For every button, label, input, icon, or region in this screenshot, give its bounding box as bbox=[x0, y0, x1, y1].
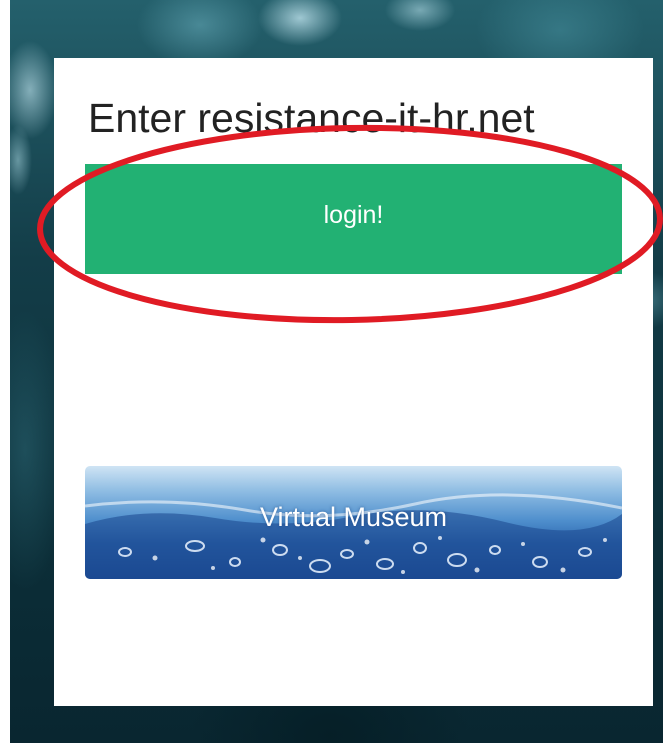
virtual-museum-button[interactable]: Virtual Museum bbox=[85, 466, 622, 579]
virtual-museum-label: Virtual Museum bbox=[259, 502, 448, 532]
login-button-label: login! bbox=[323, 200, 384, 229]
page-title: Enter resistance-it-hr.net bbox=[88, 95, 535, 141]
login-button[interactable]: login! bbox=[85, 164, 622, 274]
entry-card: Enter resistance-it-hr.net login! Virtua… bbox=[54, 58, 653, 706]
window-edge bbox=[0, 0, 10, 743]
